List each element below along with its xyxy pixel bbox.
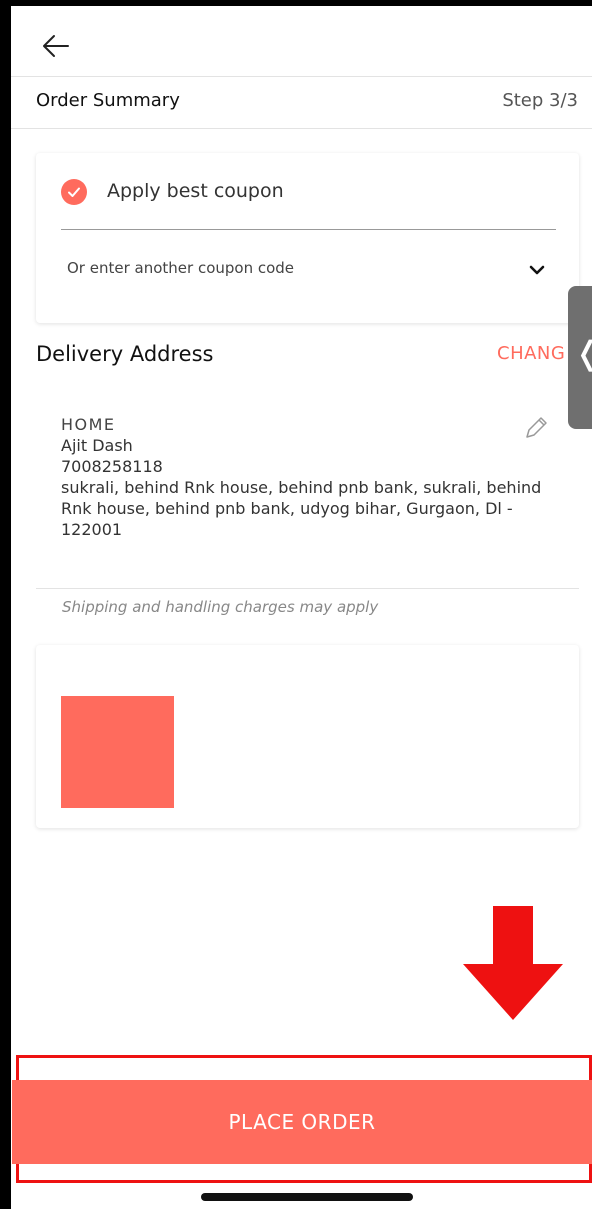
chevron-down-icon[interactable] — [524, 257, 550, 283]
side-drawer-tab[interactable]: ❬ — [568, 286, 592, 429]
apply-coupon-label[interactable]: Apply best coupon — [107, 180, 284, 202]
pencil-icon[interactable] — [521, 413, 551, 443]
page-title: Order Summary — [36, 90, 180, 111]
back-button[interactable] — [38, 28, 74, 64]
window-frame-top — [0, 0, 592, 6]
step-indicator: Step 3/3 — [502, 90, 578, 111]
apply-coupon-checkbox[interactable] — [61, 179, 87, 205]
chevron-left-icon: ❬ — [574, 334, 592, 372]
shipping-note: Shipping and handling charges may apply — [62, 598, 379, 616]
window-frame-left — [0, 0, 11, 1209]
address-phone: 7008258118 — [61, 457, 163, 476]
address-divider — [36, 588, 579, 589]
check-icon — [68, 187, 80, 197]
place-order-button[interactable]: PLACE ORDER — [12, 1080, 592, 1164]
coupon-divider — [61, 229, 556, 230]
product-image — [61, 696, 174, 808]
address-details: HOME Ajit Dash 7008258118 sukrali, behin… — [61, 414, 561, 540]
delivery-address-title: Delivery Address — [36, 342, 214, 366]
change-address-button[interactable]: CHANG — [497, 343, 565, 364]
home-indicator[interactable] — [201, 1193, 413, 1201]
title-divider — [11, 128, 592, 129]
product-card — [36, 645, 579, 828]
address-line: sukrali, behind Rnk house, behind pnb ba… — [61, 478, 542, 539]
header-divider — [11, 76, 592, 77]
arrow-down-icon — [463, 906, 563, 1020]
coupon-card: Apply best coupon Or enter another coupo… — [36, 153, 579, 323]
arrow-left-icon — [43, 35, 69, 57]
address-name: Ajit Dash — [61, 436, 133, 455]
other-coupon-label[interactable]: Or enter another coupon code — [67, 259, 294, 277]
address-type-label: HOME — [61, 415, 116, 434]
